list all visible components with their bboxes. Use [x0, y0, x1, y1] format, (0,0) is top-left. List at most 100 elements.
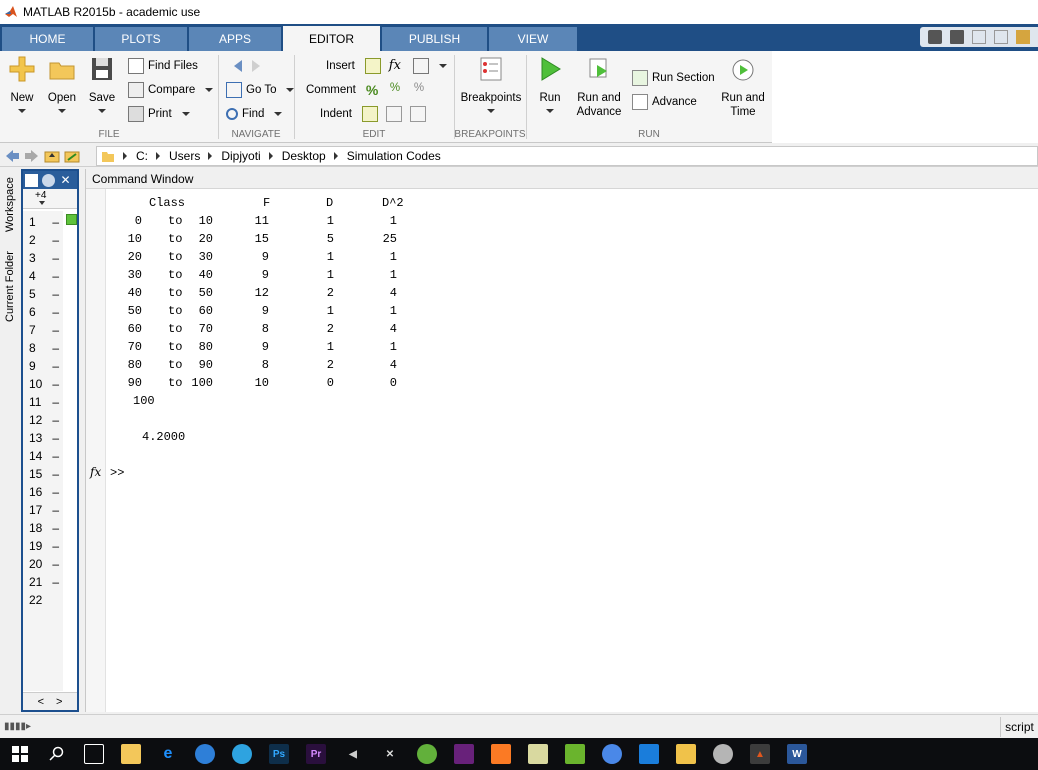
breakpoint-slot[interactable]: –	[52, 485, 59, 499]
android-studio-icon[interactable]	[565, 744, 585, 764]
folder-taskbar-icon[interactable]	[676, 744, 696, 764]
run-section-button[interactable]: Run Section	[632, 69, 715, 87]
layout-icon[interactable]	[928, 30, 942, 44]
breakpoint-slot[interactable]: –	[52, 233, 59, 247]
find-button[interactable]: Find	[226, 105, 283, 123]
tab-editor[interactable]: EDITOR	[283, 26, 380, 51]
start-windows-icon[interactable]	[10, 744, 30, 764]
tab-view[interactable]: VIEW	[489, 27, 577, 51]
tab-workspace[interactable]: Workspace	[2, 172, 18, 238]
filter-icon[interactable]	[42, 173, 55, 187]
breakpoint-slot[interactable]: –	[52, 557, 59, 571]
run-button[interactable]: Run	[534, 55, 566, 113]
crumb-user-folder[interactable]: Dipjyoti	[221, 149, 260, 163]
tab-plots[interactable]: PLOTS	[95, 27, 187, 51]
breakpoint-slot[interactable]: –	[52, 341, 59, 355]
tab-apps[interactable]: APPS	[189, 27, 281, 51]
advance-button[interactable]: Advance	[632, 93, 697, 111]
chrome-icon[interactable]	[602, 744, 622, 764]
path-breadcrumb[interactable]: C: Users Dipjyoti Desktop Simulation Cod…	[96, 146, 1038, 166]
breakpoint-slot[interactable]: –	[52, 377, 59, 391]
close-icon[interactable]: ✕	[59, 173, 72, 187]
command-window[interactable]: Command Window Class F D D^2 100 4.2000 …	[85, 169, 1038, 712]
crumb-desktop[interactable]: Desktop	[282, 149, 326, 163]
tab-current-folder[interactable]: Current Folder	[2, 246, 18, 328]
fx-icon[interactable]: fx	[389, 58, 405, 74]
tab-home[interactable]: HOME	[2, 27, 93, 51]
edge-browser-icon[interactable]: e	[158, 744, 178, 764]
tab-publish[interactable]: PUBLISH	[382, 27, 487, 51]
breakpoint-slot[interactable]: –	[52, 359, 59, 373]
breakpoint-slot[interactable]: –	[52, 449, 59, 463]
breakpoint-slot[interactable]: –	[52, 269, 59, 283]
save-button[interactable]: Save	[86, 55, 118, 113]
smart-indent-icon[interactable]	[361, 106, 378, 122]
crumb-simulation-codes[interactable]: Simulation Codes	[347, 149, 441, 163]
insert-dropdown-icon[interactable]	[438, 64, 447, 68]
file-explorer-icon[interactable]	[121, 744, 141, 764]
uncomment-icon[interactable]: %	[390, 82, 406, 98]
breakpoint-slot[interactable]: –	[52, 521, 59, 535]
breakpoint-slot[interactable]: –	[52, 431, 59, 445]
breakpoint-slot[interactable]: –	[52, 575, 59, 589]
tools-app-icon[interactable]: ✕	[380, 744, 400, 764]
indent-button[interactable]: Indent	[320, 105, 426, 123]
cut-icon[interactable]	[972, 30, 986, 44]
comment-button[interactable]: Comment % % %	[306, 81, 430, 99]
word-icon[interactable]: W	[787, 744, 807, 764]
go-to-button[interactable]: Go To	[226, 81, 295, 99]
back-forward-buttons[interactable]	[226, 57, 260, 75]
back-arrow-icon[interactable]	[226, 60, 242, 72]
forward-arrow-icon[interactable]	[252, 60, 260, 72]
insert-section-icon[interactable]	[364, 58, 381, 74]
find-dropdown-icon[interactable]	[274, 112, 283, 116]
insert-function-icon[interactable]	[412, 58, 429, 74]
media-player-icon[interactable]	[232, 744, 252, 764]
breakpoint-slot[interactable]: –	[52, 305, 59, 319]
copy-icon[interactable]	[994, 30, 1008, 44]
up-folder-icon[interactable]	[44, 148, 60, 164]
breakpoint-slot[interactable]: –	[52, 467, 59, 481]
breakpoint-slot[interactable]: –	[52, 215, 59, 229]
run-and-advance-button[interactable]: Run and Advance	[574, 55, 624, 119]
xampp-icon[interactable]	[491, 744, 511, 764]
breakpoint-slot[interactable]: –	[52, 251, 59, 265]
breakpoint-slot[interactable]: –	[52, 323, 59, 337]
decrease-indent-icon[interactable]	[409, 106, 426, 122]
paste-icon[interactable]	[1016, 30, 1030, 44]
edit-icon[interactable]	[25, 173, 38, 187]
wrap-comments-icon[interactable]: %	[414, 82, 430, 98]
breakpoints-button[interactable]: Breakpoints	[460, 55, 522, 113]
editor-horizontal-scrollbar[interactable]: < >	[23, 692, 77, 710]
print-dropdown-icon[interactable]	[181, 112, 190, 116]
find-files-button[interactable]: Find Files	[128, 57, 198, 75]
save-icon[interactable]	[950, 30, 964, 44]
run-and-time-button[interactable]: Run and Time	[718, 55, 768, 119]
command-prompt[interactable]: >>	[110, 466, 124, 480]
breakpoint-slot[interactable]: –	[52, 503, 59, 517]
forward-icon[interactable]	[24, 148, 40, 164]
breakpoint-slot[interactable]: –	[52, 395, 59, 409]
fx-prompt-icon[interactable]: fx	[90, 465, 101, 479]
paint-icon[interactable]	[713, 744, 733, 764]
compare-dropdown-icon[interactable]	[205, 88, 214, 92]
scroll-right-icon[interactable]: >	[56, 696, 62, 708]
more-tabs-button[interactable]: +4	[35, 190, 46, 201]
premiere-icon[interactable]: Pr	[306, 744, 326, 764]
comment-percent-icon[interactable]: %	[366, 82, 382, 98]
settings-gear-icon[interactable]	[639, 744, 659, 764]
crumb-c-drive[interactable]: C:	[136, 149, 148, 163]
breakpoint-slot[interactable]: –	[52, 413, 59, 427]
photoshop-icon[interactable]: Ps	[269, 744, 289, 764]
new-button[interactable]: New	[6, 55, 38, 113]
search-icon[interactable]	[47, 744, 67, 764]
crumb-users[interactable]: Users	[169, 149, 200, 163]
torrent-app-icon[interactable]	[417, 744, 437, 764]
print-button[interactable]: Print	[128, 105, 190, 123]
increase-indent-icon[interactable]	[385, 106, 402, 122]
video-app-icon[interactable]: ◀	[343, 744, 363, 764]
breakpoint-slot[interactable]: –	[52, 287, 59, 301]
task-view-icon[interactable]	[84, 744, 104, 764]
network-app-icon[interactable]	[195, 744, 215, 764]
notepad-icon[interactable]	[528, 744, 548, 764]
